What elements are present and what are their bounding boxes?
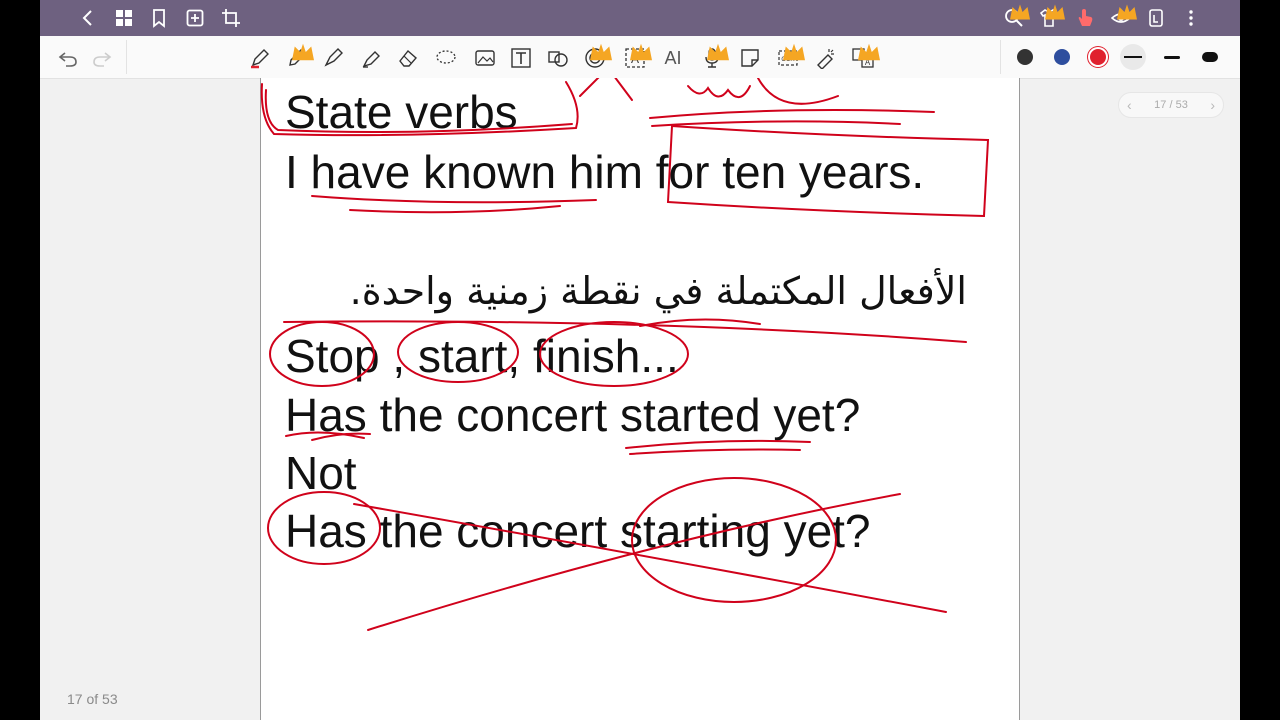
toolbar-divider (1000, 40, 1001, 74)
toolbar-divider (126, 40, 127, 74)
laser-pointer-icon[interactable] (812, 45, 838, 71)
bookmark-icon[interactable] (147, 6, 171, 30)
page-line-7: Has the concert starting yet? (285, 505, 871, 557)
crop-icon[interactable] (219, 6, 243, 30)
page-layout-icon[interactable] (1144, 6, 1168, 30)
redo-icon[interactable] (89, 45, 115, 71)
color-swatch-red-selected[interactable] (1090, 49, 1106, 65)
color-swatch-dark[interactable] (1017, 49, 1033, 65)
back-icon[interactable] (76, 6, 100, 30)
page-line-2: I have known him for ten years. (285, 146, 925, 198)
page-line-6: Not (285, 447, 357, 499)
page-navigator[interactable]: ‹ 17 / 53 › (1118, 92, 1224, 118)
pen-size-selected[interactable] (1120, 44, 1146, 70)
pen-size-medium[interactable] (1164, 56, 1180, 59)
pen-icon[interactable] (247, 45, 273, 71)
fountain-pen-icon[interactable] (320, 45, 346, 71)
tool-bar: A AI OCR A (40, 36, 1240, 79)
more-icon[interactable] (1179, 6, 1203, 30)
image-icon[interactable] (472, 45, 498, 71)
text-icon[interactable] (508, 45, 534, 71)
page-count-footer: 17 of 53 (67, 691, 118, 707)
sticky-note-icon[interactable] (737, 45, 763, 71)
add-page-icon[interactable] (183, 6, 207, 30)
search-icon[interactable] (1002, 4, 1030, 30)
note-page[interactable]: State verbs I have known him for ten yea… (260, 78, 1020, 720)
page-line-5: Has the concert started yet? (285, 389, 861, 441)
touch-icon[interactable] (1073, 6, 1097, 30)
undo-icon[interactable] (55, 45, 81, 71)
translate-icon[interactable]: A (850, 43, 880, 71)
top-bar (40, 0, 1240, 36)
color-swatch-blue[interactable] (1054, 49, 1070, 65)
page-indicator: 17 / 53 (1154, 99, 1188, 111)
page-line-arabic: الأفعال المكتملة في نقطة زمنية واحدة. (349, 269, 967, 313)
chevron-left-icon[interactable]: ‹ (1127, 97, 1132, 113)
eye-icon[interactable] (1109, 4, 1137, 30)
text-recognition-icon[interactable]: A (622, 43, 652, 71)
shape-icon[interactable] (545, 45, 571, 71)
shirt-icon[interactable] (1037, 4, 1065, 30)
eraser-icon[interactable] (395, 45, 421, 71)
pen-size-thick[interactable] (1202, 52, 1218, 62)
sticker-icon[interactable] (582, 43, 612, 71)
lasso-icon[interactable] (433, 45, 459, 71)
page-line-4: Stop , start, finish... (285, 330, 679, 382)
microphone-icon[interactable] (699, 43, 729, 71)
highlighter-icon[interactable] (358, 45, 384, 71)
ocr-icon[interactable]: OCR (775, 43, 805, 71)
pencil-icon[interactable] (284, 43, 314, 71)
chevron-right-icon[interactable]: › (1210, 97, 1215, 113)
page-line-1: State verbs (285, 86, 518, 138)
grid-icon[interactable] (112, 6, 136, 30)
ai-icon[interactable]: AI (660, 45, 686, 71)
note-app: A AI OCR A State (40, 0, 1240, 720)
